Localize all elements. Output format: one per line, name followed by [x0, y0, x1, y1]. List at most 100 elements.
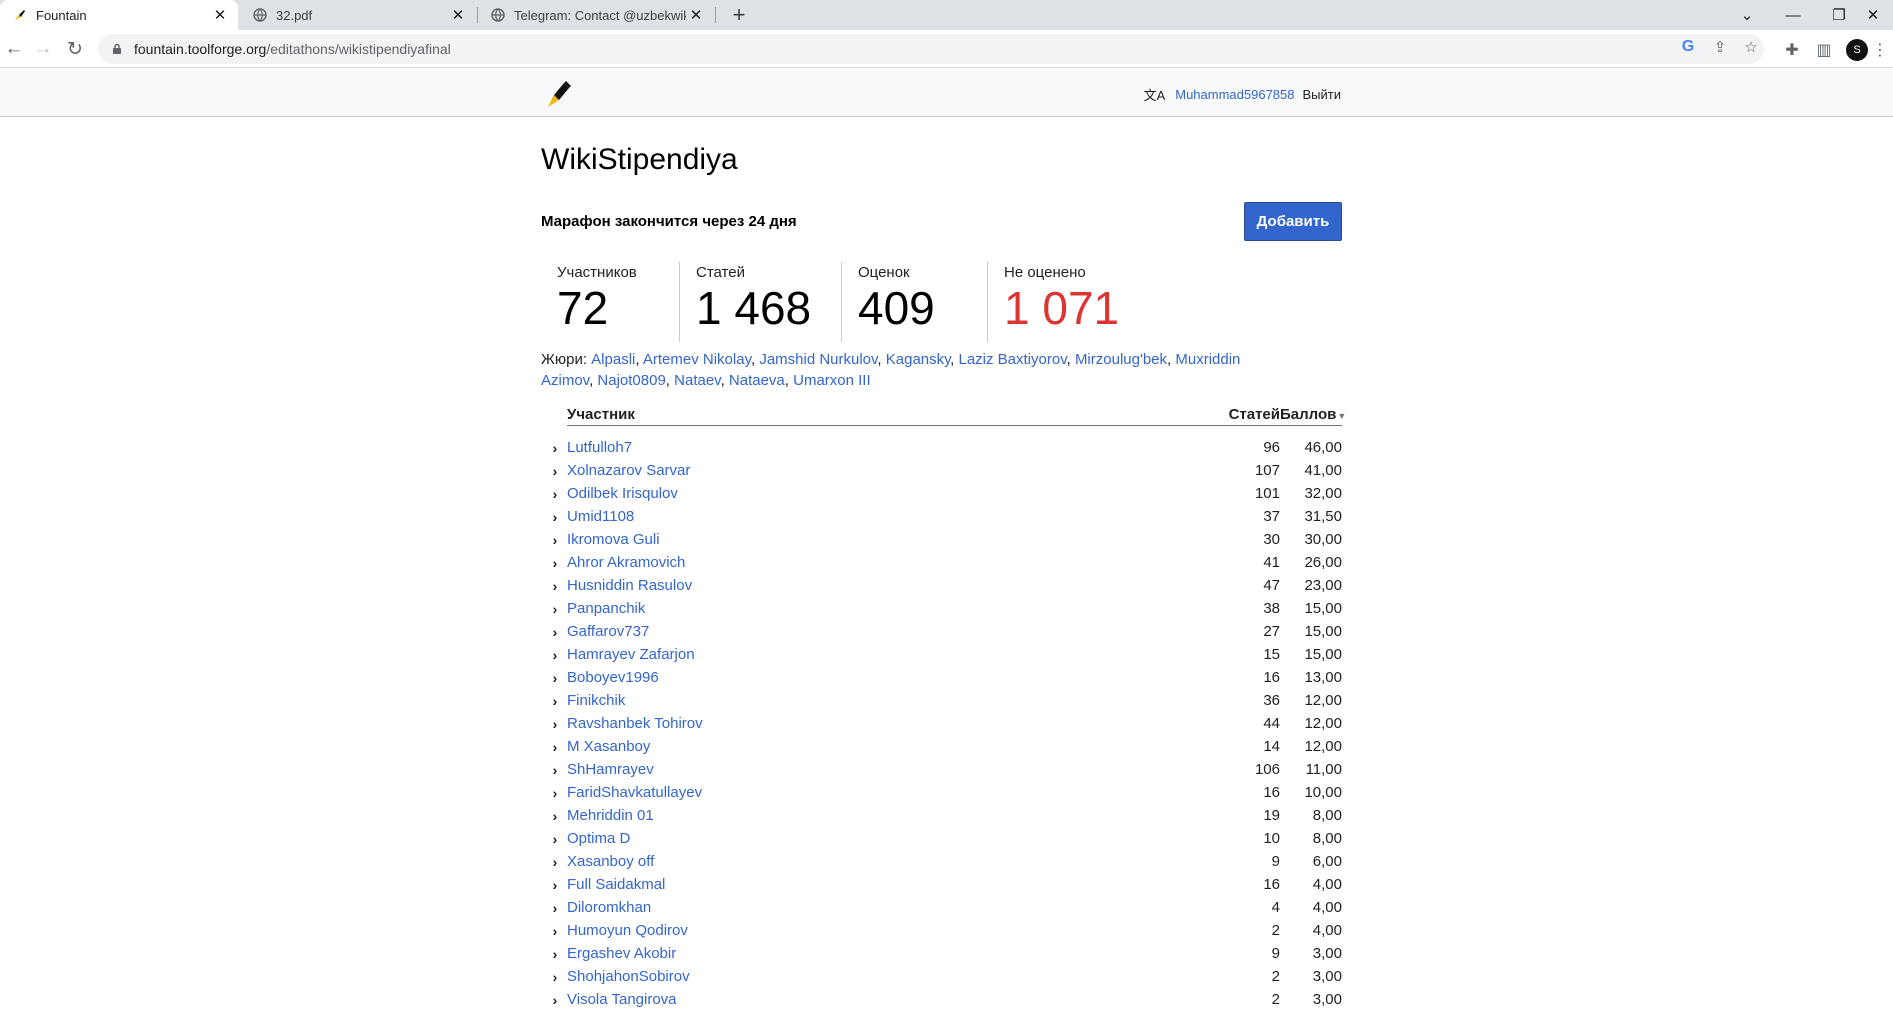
chevron-right-icon[interactable]: ›: [543, 578, 567, 594]
chevron-right-icon[interactable]: ›: [543, 900, 567, 916]
close-icon[interactable]: ✕: [686, 5, 706, 25]
chevron-right-icon[interactable]: ›: [543, 601, 567, 617]
chevron-right-icon[interactable]: ›: [543, 693, 567, 709]
chevron-right-icon[interactable]: ›: [543, 463, 567, 479]
table-row[interactable]: › Husniddin Rasulov 47 23,00: [543, 574, 1342, 597]
reload-icon[interactable]: ↻: [61, 35, 89, 63]
table-row[interactable]: › Ergashev Akobir 9 3,00: [543, 942, 1342, 965]
side-panel-icon[interactable]: ▥: [1813, 39, 1835, 61]
chevron-right-icon[interactable]: ›: [543, 992, 567, 1008]
column-articles[interactable]: Статей: [1218, 406, 1280, 423]
participant-link[interactable]: Umid1108: [567, 508, 1218, 525]
address-bar[interactable]: fountain.toolforge.org/editathons/wikist…: [98, 34, 1764, 64]
back-arrow-icon[interactable]: ←: [0, 35, 28, 63]
participant-link[interactable]: M Xasanboy: [567, 738, 1218, 755]
table-row[interactable]: › Humoyun Qodirov 2 4,00: [543, 919, 1342, 942]
participant-link[interactable]: Ravshanbek Tohirov: [567, 715, 1218, 732]
close-icon[interactable]: ✕: [210, 5, 230, 25]
participant-link[interactable]: Xasanboy off: [567, 853, 1218, 870]
jury-member-link[interactable]: Jamshid Nurkulov: [759, 351, 877, 368]
jury-member-link[interactable]: Nataeva: [729, 372, 785, 389]
chevron-right-icon[interactable]: ›: [543, 440, 567, 456]
tab-fountain[interactable]: Fountain ✕: [0, 0, 238, 30]
chevron-right-icon[interactable]: ›: [543, 923, 567, 939]
forward-arrow-icon[interactable]: →: [29, 35, 57, 63]
jury-member-link[interactable]: Laziz Baxtiyorov: [958, 351, 1066, 368]
table-row[interactable]: › Xasanboy off 9 6,00: [543, 850, 1342, 873]
participant-link[interactable]: Ahror Akramovich: [567, 554, 1218, 571]
extensions-puzzle-icon[interactable]: ✚: [1781, 39, 1803, 61]
table-row[interactable]: › Optima D 10 8,00: [543, 827, 1342, 850]
chevron-right-icon[interactable]: ›: [543, 831, 567, 847]
participant-link[interactable]: Ikromova Guli: [567, 531, 1218, 548]
chevron-right-icon[interactable]: ›: [543, 785, 567, 801]
table-row[interactable]: › Visola Tangirova 2 3,00: [543, 988, 1342, 1011]
logout-link[interactable]: Выйти: [1303, 87, 1342, 102]
chevron-right-icon[interactable]: ›: [543, 532, 567, 548]
table-row[interactable]: › Ahror Akramovich 41 26,00: [543, 551, 1342, 574]
kebab-menu-icon[interactable]: ⋮: [1869, 39, 1891, 61]
participant-link[interactable]: Odilbek Irisqulov: [567, 485, 1218, 502]
chevron-right-icon[interactable]: ›: [543, 486, 567, 502]
participant-link[interactable]: Hamrayev Zafarjon: [567, 646, 1218, 663]
participant-link[interactable]: FaridShavkatullayev: [567, 784, 1218, 801]
table-row[interactable]: › Umid1108 37 31,50: [543, 505, 1342, 528]
participant-link[interactable]: Boboyev1996: [567, 669, 1218, 686]
column-score[interactable]: Баллов▼: [1280, 406, 1346, 423]
table-row[interactable]: › Boboyev1996 16 13,00: [543, 666, 1342, 689]
chevron-right-icon[interactable]: ›: [543, 509, 567, 525]
participant-link[interactable]: Full Saidakmal: [567, 876, 1218, 893]
participant-link[interactable]: Gaffarov737: [567, 623, 1218, 640]
bookmark-star-icon[interactable]: ☆: [1740, 36, 1762, 58]
tab-telegram[interactable]: Telegram: Contact @uzbekwikipe ✕: [478, 0, 714, 30]
jury-member-link[interactable]: Artemev Nikolay: [643, 351, 751, 368]
tab-pdf[interactable]: 32.pdf ✕: [240, 0, 476, 30]
jury-member-link[interactable]: Umarxon III: [793, 372, 871, 389]
table-row[interactable]: › Gaffarov737 27 15,00: [543, 620, 1342, 643]
participant-link[interactable]: Lutfulloh7: [567, 439, 1218, 456]
jury-member-link[interactable]: Kaganskу: [886, 351, 950, 368]
table-row[interactable]: › M Xasanboy 14 12,00: [543, 735, 1342, 758]
chevron-right-icon[interactable]: ›: [543, 808, 567, 824]
participant-link[interactable]: Ergashev Akobir: [567, 945, 1218, 962]
chevron-right-icon[interactable]: ›: [543, 624, 567, 640]
new-tab-plus-icon[interactable]: +: [726, 2, 752, 28]
participant-link[interactable]: Finikchik: [567, 692, 1218, 709]
table-row[interactable]: › Xolnazarov Sarvar 107 41,00: [543, 459, 1342, 482]
tab-search-chevron-icon[interactable]: ⌄: [1724, 0, 1770, 30]
chevron-right-icon[interactable]: ›: [543, 854, 567, 870]
table-row[interactable]: › FaridShavkatullayev 16 10,00: [543, 781, 1342, 804]
table-row[interactable]: › Odilbek Irisqulov 101 32,00: [543, 482, 1342, 505]
minimize-icon[interactable]: —: [1770, 0, 1816, 30]
fountain-logo-icon[interactable]: [544, 77, 572, 109]
table-row[interactable]: › Finikchik 36 12,00: [543, 689, 1342, 712]
window-close-icon[interactable]: ✕: [1850, 0, 1893, 30]
username-link[interactable]: Muhammad5967858: [1175, 87, 1294, 102]
jury-member-link[interactable]: Najot0809: [597, 372, 665, 389]
chevron-right-icon[interactable]: ›: [543, 946, 567, 962]
participant-link[interactable]: Diloromkhan: [567, 899, 1218, 916]
add-article-button[interactable]: Добавить: [1244, 202, 1342, 241]
chevron-right-icon[interactable]: ›: [543, 877, 567, 893]
share-icon[interactable]: ⇪: [1709, 36, 1731, 58]
participant-link[interactable]: ShohjahonSobirov: [567, 968, 1218, 985]
participant-link[interactable]: Xolnazarov Sarvar: [567, 462, 1218, 479]
table-row[interactable]: › ShohjahonSobirov 2 3,00: [543, 965, 1342, 988]
table-row[interactable]: › Panpanchik 38 15,00: [543, 597, 1342, 620]
participant-link[interactable]: Husniddin Rasulov: [567, 577, 1218, 594]
table-row[interactable]: › Mehriddin 01 19 8,00: [543, 804, 1342, 827]
chevron-right-icon[interactable]: ›: [543, 969, 567, 985]
participant-link[interactable]: Optima D: [567, 830, 1218, 847]
chevron-right-icon[interactable]: ›: [543, 762, 567, 778]
close-icon[interactable]: ✕: [448, 5, 468, 25]
participant-link[interactable]: Humoyun Qodirov: [567, 922, 1218, 939]
participant-link[interactable]: Panpanchik: [567, 600, 1218, 617]
jury-member-link[interactable]: Mirzoulug'bek: [1075, 351, 1167, 368]
chevron-right-icon[interactable]: ›: [543, 670, 567, 686]
jury-member-link[interactable]: Nataev: [674, 372, 720, 389]
table-row[interactable]: › Ravshanbek Tohirov 44 12,00: [543, 712, 1342, 735]
profile-avatar[interactable]: S: [1846, 39, 1868, 61]
chevron-right-icon[interactable]: ›: [543, 555, 567, 571]
chevron-right-icon[interactable]: ›: [543, 716, 567, 732]
table-row[interactable]: › Ikromova Guli 30 30,00: [543, 528, 1342, 551]
